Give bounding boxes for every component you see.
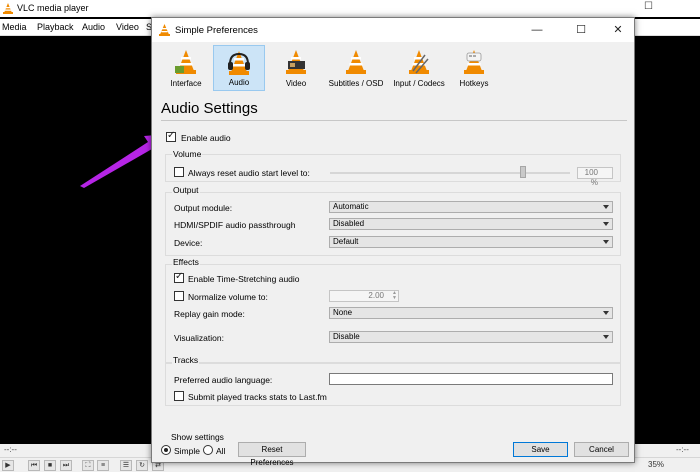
maximize-icon[interactable]: ☐: [567, 21, 595, 39]
category-bar: Interface Audio Video Subtitles / OSD In…: [160, 45, 626, 91]
playlist-icon[interactable]: ☰: [120, 460, 132, 471]
tab-input-codecs[interactable]: Input / Codecs: [390, 45, 448, 91]
preferred-language-input[interactable]: [329, 373, 613, 385]
menu-audio[interactable]: Audio: [82, 22, 105, 32]
menu-playback[interactable]: Playback: [37, 22, 74, 32]
volume-level-field[interactable]: 100 %: [577, 167, 613, 187]
hotkeys-icon: [464, 50, 484, 74]
hdmi-passthrough-value: Disabled: [333, 219, 365, 228]
reset-volume-label: Always reset audio start level to:: [188, 168, 310, 178]
visualization-label: Visualization:: [174, 333, 224, 343]
loop-icon[interactable]: ↻: [136, 460, 148, 471]
time-stretching-checkbox[interactable]: [174, 271, 184, 283]
tab-interface[interactable]: Interface: [164, 45, 208, 91]
lastfm-label: Submit played tracks stats to Last.fm: [188, 392, 327, 402]
preferred-language-label: Preferred audio language:: [174, 375, 273, 385]
spinner-arrows-icon: ▲ ▼: [392, 290, 397, 301]
device-label: Device:: [174, 238, 203, 248]
chevron-down-icon: [603, 222, 609, 226]
tracks-group-title: Tracks: [172, 355, 200, 365]
subtitles-icon: [346, 50, 366, 74]
time-stretching-label: Enable Time-Stretching audio: [188, 274, 300, 284]
normalize-volume-spinner[interactable]: 2.00 ▲ ▼: [329, 290, 399, 302]
all-radio[interactable]: [203, 445, 213, 455]
save-button[interactable]: Save: [513, 442, 568, 457]
tab-video[interactable]: Video: [274, 45, 318, 91]
stop-icon[interactable]: ■: [44, 460, 56, 471]
volume-slider-handle[interactable]: [520, 166, 526, 178]
replay-gain-value: None: [333, 308, 353, 317]
normalize-volume-checkbox[interactable]: [174, 291, 184, 301]
visualization-select[interactable]: Disable: [329, 331, 613, 343]
menu-media[interactable]: Media: [2, 22, 27, 32]
vlc-titlebar: VLC media player ☐: [0, 0, 700, 17]
lastfm-checkbox[interactable]: [174, 391, 184, 401]
vlc-cone-icon: [159, 24, 170, 36]
normalize-volume-value: 2.00: [368, 291, 384, 300]
video-icon: [286, 50, 306, 74]
device-select[interactable]: Default: [329, 236, 613, 248]
hdmi-passthrough-select[interactable]: Disabled: [329, 218, 613, 230]
restore-window-icon[interactable]: ☐: [644, 1, 653, 12]
simple-radio-label: Simple: [174, 446, 200, 456]
total-time: --:--: [676, 445, 689, 454]
enable-audio-label: Enable audio: [181, 133, 231, 143]
all-radio-label: All: [216, 446, 226, 456]
tab-audio-label: Audio: [228, 78, 250, 87]
minimize-icon[interactable]: —: [523, 21, 551, 39]
play-icon[interactable]: ▶: [2, 460, 14, 471]
previous-icon[interactable]: ⏮: [28, 460, 40, 471]
output-group-title: Output: [172, 185, 200, 195]
page-title: Audio Settings: [161, 100, 258, 117]
next-icon[interactable]: ⏭: [60, 460, 72, 471]
device-value: Default: [333, 237, 359, 246]
enable-audio-checkbox[interactable]: [166, 130, 176, 142]
visualization-value: Disable: [333, 332, 360, 341]
menu-video[interactable]: Video: [116, 22, 139, 32]
dialog-titlebar: Simple Preferences — ☐ ✕: [152, 18, 634, 42]
chevron-down-icon: [603, 335, 609, 339]
tab-subtitles-osd-label: Subtitles / OSD: [328, 79, 384, 88]
output-module-label: Output module:: [174, 203, 233, 213]
codecs-icon: [409, 50, 429, 74]
simple-preferences-dialog: Simple Preferences — ☐ ✕ Interface Audio…: [151, 17, 635, 467]
volume-group-title: Volume: [172, 149, 203, 159]
chevron-down-icon: [603, 240, 609, 244]
dialog-title: Simple Preferences: [175, 25, 258, 36]
output-module-select[interactable]: Automatic: [329, 201, 613, 213]
elapsed-time: --:--: [4, 445, 17, 454]
reset-preferences-button[interactable]: Reset Preferences: [238, 442, 306, 467]
replay-gain-select[interactable]: None: [329, 307, 613, 319]
tab-hotkeys-label: Hotkeys: [459, 79, 489, 88]
reset-volume-checkbox[interactable]: [174, 167, 184, 177]
replay-gain-label: Replay gain mode:: [174, 309, 245, 319]
fullscreen-icon[interactable]: ⛶: [82, 460, 94, 471]
tab-input-codecs-label: Input / Codecs: [393, 79, 445, 88]
extended-settings-icon[interactable]: ≡: [97, 460, 109, 471]
interface-icon: [175, 50, 196, 74]
hdmi-passthrough-label: HDMI/SPDIF audio passthrough: [174, 220, 296, 230]
audio-icon: [228, 51, 250, 75]
output-module-value: Automatic: [333, 202, 369, 211]
chevron-down-icon: [603, 205, 609, 209]
chevron-down-icon: [603, 311, 609, 315]
close-icon[interactable]: ✕: [604, 21, 632, 39]
effects-group-title: Effects: [172, 257, 200, 267]
tab-subtitles-osd[interactable]: Subtitles / OSD: [326, 45, 386, 91]
normalize-volume-label: Normalize volume to:: [188, 292, 268, 302]
tab-audio[interactable]: Audio: [213, 45, 265, 91]
vlc-cone-icon: [3, 3, 13, 14]
volume-level-value: 100 %: [584, 168, 598, 187]
tab-video-label: Video: [285, 79, 307, 88]
volume-level[interactable]: 35%: [648, 460, 664, 469]
section-divider: [161, 120, 627, 121]
simple-radio[interactable]: [161, 445, 171, 455]
cancel-button[interactable]: Cancel: [574, 442, 629, 457]
volume-slider-track[interactable]: [330, 172, 570, 174]
tab-interface-label: Interface: [170, 79, 202, 88]
vlc-window-title: VLC media player: [17, 3, 89, 13]
show-settings-label: Show settings: [171, 432, 224, 442]
tab-hotkeys[interactable]: Hotkeys: [452, 45, 496, 91]
